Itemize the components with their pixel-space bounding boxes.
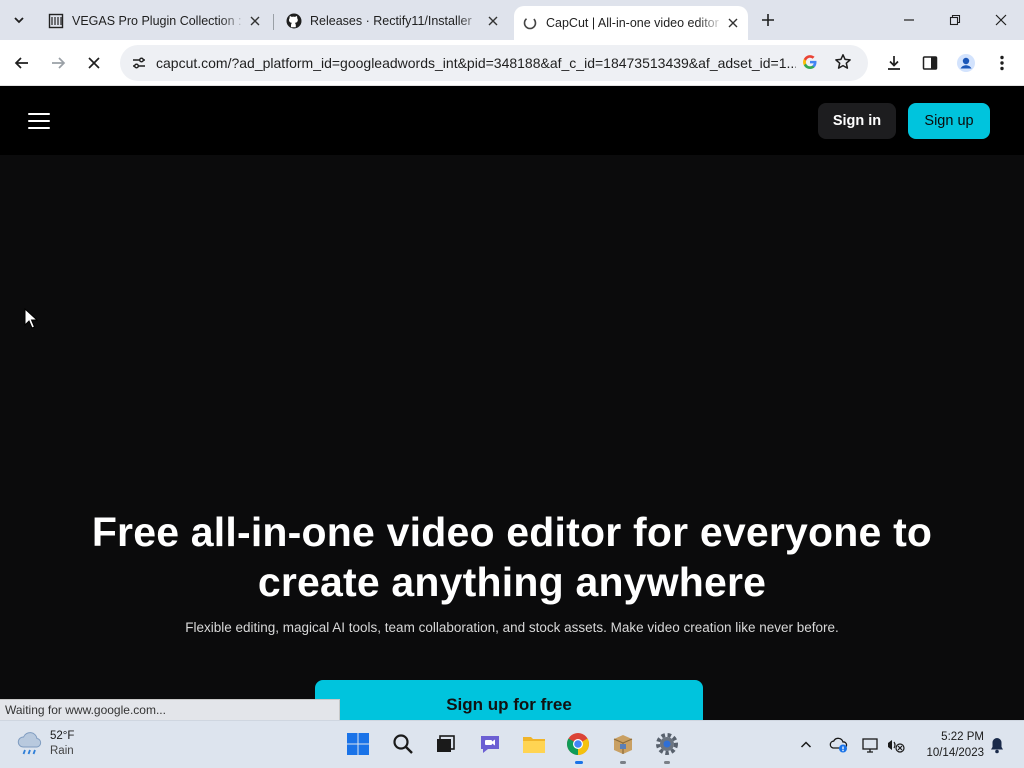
back-button[interactable]: [8, 49, 36, 77]
package-icon: [613, 735, 633, 754]
browser-toolbar: capcut.com/?ad_platform_id=googleadwords…: [0, 40, 1024, 86]
clock-time: 5:22 PM: [941, 731, 984, 743]
windows-start-icon: [347, 733, 369, 755]
new-tab-button[interactable]: [756, 8, 780, 32]
download-icon: [888, 56, 900, 70]
weather-temperature: 52°F: [50, 730, 75, 742]
mouse-cursor-icon: [24, 308, 38, 329]
close-icon: [88, 57, 100, 69]
tab-capcut-active[interactable]: CapCut | All-in-one video editor: [514, 6, 748, 40]
forward-button[interactable]: [44, 49, 72, 77]
hero-title-line-1: Free all-in-one video editor for everyon…: [91, 509, 933, 555]
close-icon: [995, 14, 1007, 26]
minimize-icon: [904, 19, 914, 21]
tab-vegas[interactable]: VEGAS Pro Plugin Collection :: [40, 6, 270, 36]
bell-icon: [991, 738, 1003, 754]
bookmark-star-icon[interactable]: [834, 53, 852, 76]
tab-strip: VEGAS Pro Plugin Collection : Releases ·…: [0, 0, 1024, 40]
network-volume-tray-icon[interactable]: [885, 734, 907, 756]
stop-loading-button[interactable]: [80, 49, 108, 77]
chevron-up-icon: [800, 741, 812, 748]
running-app-indicator: [620, 761, 626, 764]
profile-button[interactable]: [952, 49, 980, 77]
restore-icon: [949, 14, 961, 26]
chat-icon: [481, 736, 499, 753]
tab-divider: [273, 14, 274, 30]
side-panel-icon: [922, 56, 938, 70]
arrow-left-icon: [14, 57, 28, 69]
site-header: Sign in Sign up: [0, 87, 1024, 155]
chrome-button[interactable]: [565, 731, 591, 757]
weather-condition: Rain: [50, 745, 74, 757]
close-icon[interactable]: [724, 14, 742, 32]
more-vertical-icon: [1000, 55, 1004, 71]
close-window-button[interactable]: [978, 0, 1024, 40]
capcut-icon: [522, 15, 538, 31]
display-tray-icon[interactable]: [859, 734, 881, 756]
rain-cloud-icon: [17, 732, 42, 755]
weather-widget[interactable]: 52°F Rain: [16, 729, 74, 759]
clock-date: 10/14/2023: [926, 747, 984, 759]
hero-subtitle: Flexible editing, magical AI tools, team…: [185, 620, 839, 635]
active-app-indicator: [575, 761, 583, 764]
sign-up-for-free-button[interactable]: Sign up for free: [315, 680, 703, 720]
hero-title: Free all-in-one video editor for everyon…: [0, 507, 1024, 607]
museum-icon: [48, 13, 64, 29]
windows-taskbar: 52°F Rain 5:22 PM 10/14/2023: [0, 720, 1024, 768]
plus-icon: [762, 14, 774, 26]
downloads-button[interactable]: [880, 49, 908, 77]
sign-in-button[interactable]: Sign in: [818, 103, 896, 139]
capcut-page: Sign in Sign up Free all-in-one video ed…: [0, 87, 1024, 720]
teams-chat-button[interactable]: [477, 731, 503, 757]
restore-button[interactable]: [932, 0, 978, 40]
tab-title: VEGAS Pro Plugin Collection :: [72, 14, 242, 28]
status-bubble: Waiting for www.google.com...: [0, 699, 340, 720]
start-button[interactable]: [345, 731, 371, 757]
gear-icon: [656, 733, 678, 755]
settings-button[interactable]: [654, 731, 680, 757]
menu-button[interactable]: [988, 49, 1016, 77]
system-clock[interactable]: 5:22 PM 10/14/2023: [912, 729, 984, 761]
address-bar[interactable]: capcut.com/?ad_platform_id=googleadwords…: [120, 45, 868, 81]
hamburger-menu-icon[interactable]: [28, 111, 52, 131]
arrow-right-icon: [52, 57, 66, 69]
file-explorer-button[interactable]: [521, 731, 547, 757]
search-icon: [393, 734, 413, 754]
running-app-indicator: [664, 761, 670, 764]
tab-rectify11[interactable]: Releases · Rectify11/Installer: [278, 6, 508, 36]
sign-up-button[interactable]: Sign up: [908, 103, 990, 139]
package-app-button[interactable]: [610, 731, 636, 757]
avatar-icon: [957, 54, 975, 72]
hero-title-line-2: create anything anywhere: [257, 559, 767, 605]
url-text: capcut.com/?ad_platform_id=googleadwords…: [156, 55, 796, 71]
onedrive-tray-icon[interactable]: [828, 734, 850, 756]
task-view-icon: [437, 735, 455, 752]
close-icon[interactable]: [484, 12, 502, 30]
github-icon: [286, 13, 302, 29]
site-settings-icon[interactable]: [124, 55, 154, 71]
google-lens-icon[interactable]: [802, 54, 818, 75]
tab-title: Releases · Rectify11/Installer: [310, 14, 472, 28]
side-panel-button[interactable]: [916, 49, 944, 77]
chrome-icon: [567, 733, 589, 755]
close-icon[interactable]: [246, 12, 264, 30]
search-button[interactable]: [390, 731, 416, 757]
chevron-down-icon: [14, 17, 24, 24]
minimize-button[interactable]: [886, 0, 932, 40]
folder-icon: [523, 737, 545, 753]
tab-title: CapCut | All-in-one video editor: [546, 16, 719, 30]
tab-search-button[interactable]: [6, 7, 32, 33]
show-hidden-icons-button[interactable]: [795, 734, 817, 756]
notifications-button[interactable]: [986, 734, 1008, 756]
task-view-button[interactable]: [432, 731, 458, 757]
